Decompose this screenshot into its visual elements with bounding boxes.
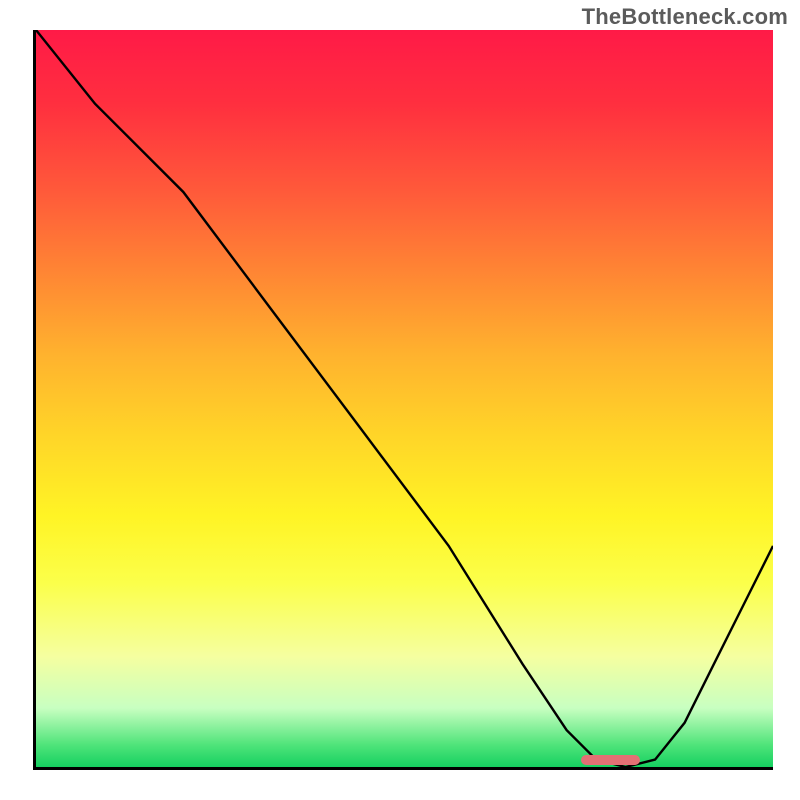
chart-plot-area: [33, 30, 773, 770]
chart-curve: [36, 30, 773, 767]
watermark-text: TheBottleneck.com: [582, 4, 788, 30]
optimal-marker: [581, 755, 640, 765]
